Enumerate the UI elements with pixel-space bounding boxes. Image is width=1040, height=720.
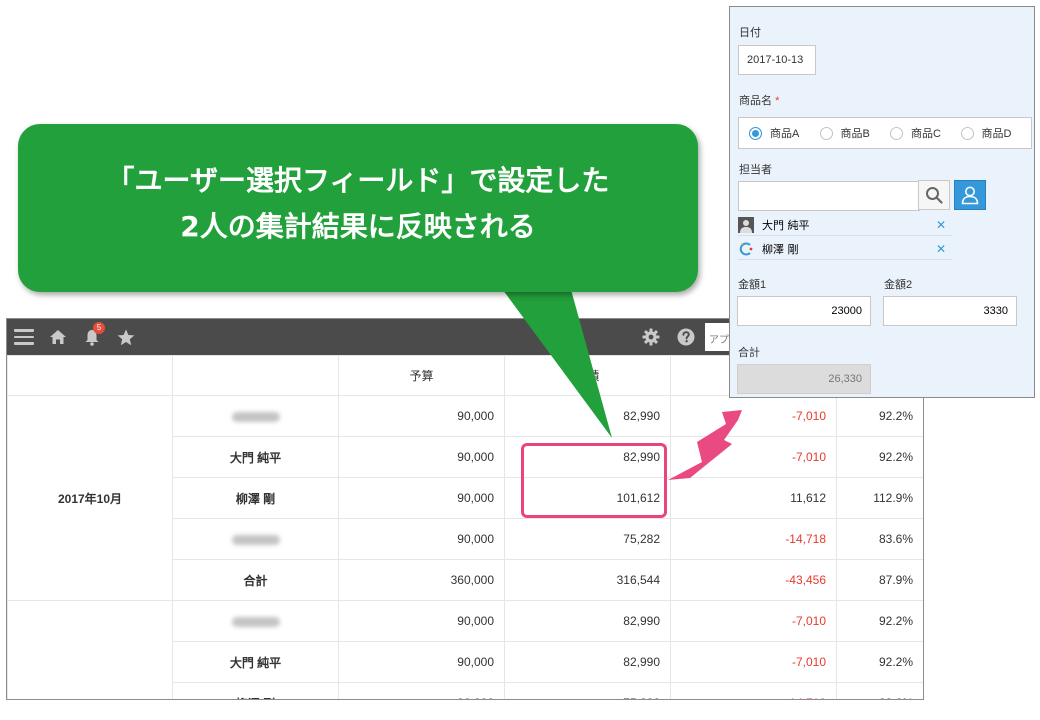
member-cell: 柳澤 剛 — [172, 477, 339, 519]
member-cell — [172, 600, 339, 642]
notification-badge: 5 — [93, 322, 105, 334]
date-label: 日付 — [739, 27, 761, 39]
actual-cell: 82,990 — [504, 600, 671, 642]
help-icon[interactable] — [675, 319, 697, 355]
blurred-name — [231, 616, 280, 627]
month-cell: 2017年10月 — [7, 395, 173, 601]
table-row: 2017年10月 90,000 82,990 -7,010 92.2% — [7, 395, 923, 601]
assignee-name-2: 柳澤 剛 — [762, 242, 799, 256]
budget-cell: 90,000 — [338, 395, 505, 437]
avatar-icon — [738, 216, 754, 233]
amount2-label: 金額2 — [884, 279, 913, 291]
member-cell: 合計 — [172, 559, 339, 601]
actual-cell: 75,282 — [504, 682, 671, 699]
budget-cell: 360,000 — [338, 559, 505, 601]
remove-icon[interactable]: ✕ — [936, 242, 946, 256]
remove-icon[interactable]: ✕ — [936, 218, 946, 232]
header-actual: 実績 — [504, 355, 671, 396]
amount2-field[interactable]: 3330 — [883, 296, 1017, 326]
diff-cell: -14,718 — [670, 682, 837, 699]
header-member — [172, 355, 339, 396]
budget-cell: 90,000 — [338, 518, 505, 560]
budget-cell: 90,000 — [338, 436, 505, 478]
budget-cell: 90,000 — [338, 477, 505, 519]
amount1-field[interactable]: 23000 — [737, 296, 871, 326]
diff-cell: -7,010 — [670, 600, 837, 642]
bell-icon[interactable]: 5 — [81, 319, 105, 355]
diff-cell: -43,456 — [670, 559, 837, 601]
user-select-button[interactable] — [954, 180, 986, 210]
actual-cell: 82,990 — [504, 641, 671, 683]
assignee-label: 担当者 — [739, 164, 772, 176]
rate-cell: 92.2% — [836, 641, 923, 683]
hamburger-menu-icon[interactable] — [13, 319, 35, 355]
budget-cell: 90,000 — [338, 641, 505, 683]
budget-cell: 90,000 — [338, 682, 505, 699]
product-label: 商品名 * — [739, 95, 780, 107]
assignee-item-1: 大門 純平 ✕ — [738, 214, 952, 236]
amount1-label: 金額1 — [738, 279, 767, 291]
aggregate-table: 予算 実績 2017年10月 90,000 82,990 -7,010 92.2% 大門 … — [7, 355, 923, 699]
diff-cell: -7,010 — [670, 436, 837, 478]
radio-product-a[interactable]: 商品A — [749, 125, 820, 141]
diff-cell: -14,718 — [670, 518, 837, 560]
diff-cell: -7,010 — [670, 641, 837, 683]
user-icon — [961, 186, 979, 205]
total-label: 合計 — [738, 347, 760, 359]
search-icon — [926, 187, 943, 204]
member-cell — [172, 518, 339, 560]
actual-cell: 316,544 — [504, 559, 671, 601]
home-icon[interactable] — [47, 319, 69, 355]
diff-cell: 11,612 — [670, 477, 837, 519]
rate-cell: 92.2% — [836, 395, 923, 437]
total-field: 26,330 — [737, 364, 871, 394]
assignee-search-input[interactable] — [738, 181, 920, 211]
budget-cell: 90,000 — [338, 600, 505, 642]
month-cell: 2017年11月 — [7, 608, 173, 699]
actual-cell: 82,990 — [504, 395, 671, 437]
rate-cell: 83.6% — [836, 682, 923, 699]
diff-cell: -7,010 — [670, 395, 837, 437]
blurred-name — [231, 534, 280, 545]
radio-product-d[interactable]: 商品D — [960, 125, 1032, 141]
callout-line-2: 2人の集計結果に反映される — [180, 210, 536, 243]
star-icon[interactable] — [115, 319, 137, 355]
radio-product-b[interactable]: 商品B — [819, 125, 891, 141]
gear-icon[interactable] — [640, 319, 662, 355]
date-field[interactable]: 2017-10-13 — [738, 45, 816, 75]
search-button[interactable] — [918, 180, 950, 210]
callout-line-1: 「ユーザー選択フィールド」で設定した — [106, 164, 610, 197]
rate-cell: 92.2% — [836, 436, 923, 478]
assignee-item-2: 柳澤 剛 ✕ — [738, 238, 952, 260]
assignee-name-1: 大門 純平 — [762, 218, 810, 232]
blurred-name — [231, 411, 280, 422]
member-cell: 大門 純平 — [172, 436, 339, 478]
rate-cell: 83.6% — [836, 518, 923, 560]
member-cell — [172, 395, 339, 437]
rate-cell: 92.2% — [836, 600, 923, 642]
actual-cell: 75,282 — [504, 518, 671, 560]
callout-bubble: 「ユーザー選択フィールド」で設定した 2人の集計結果に反映される — [18, 124, 698, 292]
product-radio-group: 商品A 商品B 商品C 商品D — [738, 117, 1032, 149]
header-budget: 予算 — [338, 355, 505, 396]
radio-product-c[interactable]: 商品C — [890, 125, 961, 141]
table-row: 2017年11月90,00082,990-7,01092.2% — [7, 600, 923, 699]
record-form: 日付 2017-10-13 商品名 * 商品A 商品B 商品C 商品D 担当者 — [729, 6, 1035, 398]
highlight-box — [521, 443, 667, 518]
avatar-icon — [738, 241, 754, 257]
member-cell: 大門 純平 — [172, 641, 339, 683]
member-cell: 柳澤 剛 — [172, 682, 339, 699]
rate-cell: 87.9% — [836, 559, 923, 601]
header-month — [7, 355, 173, 396]
required-mark: * — [775, 95, 780, 107]
rate-cell: 112.9% — [836, 477, 923, 519]
